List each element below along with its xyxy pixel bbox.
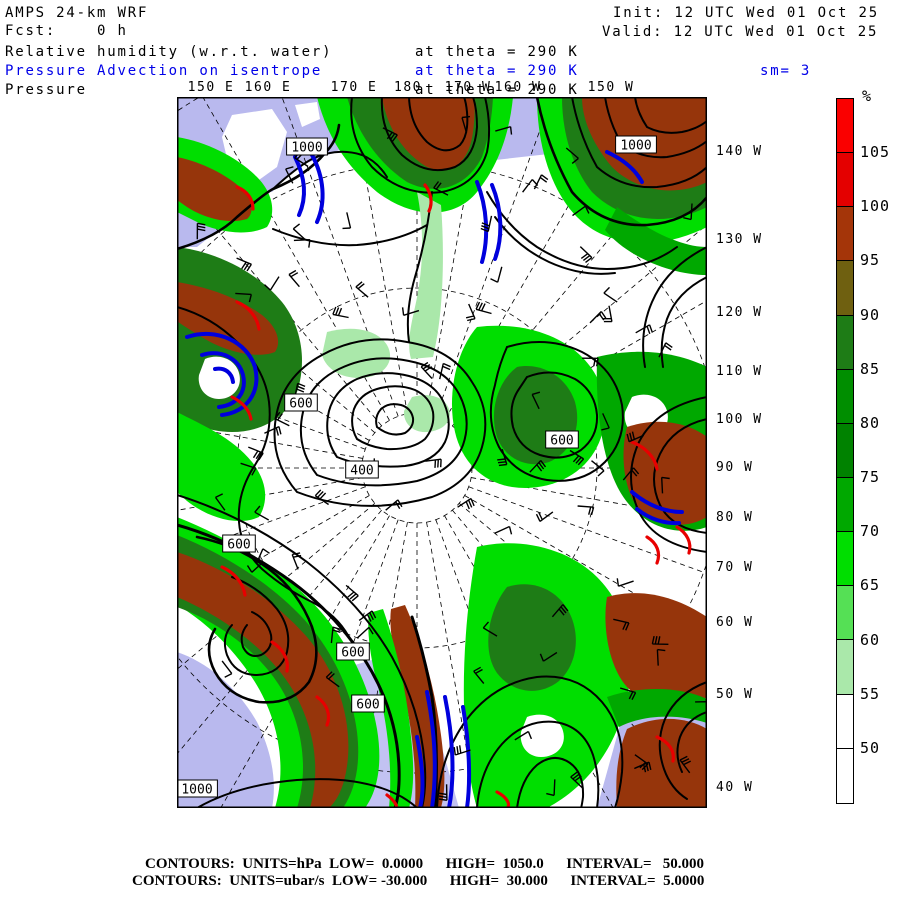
- contour-spec-pressure: CONTOURS: UNITS=hPa LOW= 0.0000 HIGH= 10…: [145, 856, 705, 872]
- field1-label: Relative humidity (w.r.t. water): [5, 44, 333, 60]
- meridian-label-top: 170 W: [444, 80, 492, 95]
- meridian-label-right: 50 W: [716, 687, 754, 702]
- forecast-hour: Fcst: 0 h: [5, 23, 128, 39]
- meridian-label-top: 150 E: [187, 80, 235, 95]
- contour-label: 1000: [181, 783, 212, 798]
- contour-label: 600: [356, 698, 379, 713]
- map-panel: 1000 1000 600 400 600 600 600 600 1000: [176, 97, 707, 808]
- colorbar-segment: [837, 532, 853, 587]
- field2-label: Pressure Advection on isentrope: [5, 63, 323, 79]
- meridian-label-top: 170 E: [330, 80, 378, 95]
- colorbar-tick-label: 100: [860, 197, 891, 216]
- meridian-label-right: 60 W: [716, 615, 754, 630]
- contour-label: 400: [350, 464, 373, 479]
- theta-annotation-1: at theta = 290 K: [415, 44, 579, 60]
- meridian-label-right: 40 W: [716, 780, 754, 795]
- humidity-colorbar: [836, 98, 854, 804]
- colorbar-tick-label: 90: [860, 305, 881, 324]
- meridian-label-top: 160 E: [244, 80, 292, 95]
- contour-label: 1000: [620, 139, 651, 154]
- colorbar-tick-label: 75: [860, 468, 881, 487]
- colorbar-tick-label: 95: [860, 251, 881, 270]
- colorbar-tick-label: 105: [860, 143, 891, 162]
- colorbar-segment: [837, 369, 853, 424]
- right-meridian-labels: 140 W 130 W 120 W 110 W 100 W 90 W 80 W 70 W 60 …: [716, 0, 796, 900]
- colorbar-tick-label: 65: [860, 576, 881, 595]
- contour-label: 600: [227, 538, 250, 553]
- colorbar-segment: [837, 423, 853, 478]
- colorbar-segment: [837, 694, 853, 749]
- colorbar-unit-label: %: [862, 87, 873, 105]
- theta-annotation-2: at theta = 290 K: [415, 63, 579, 79]
- contour-spec-advection: CONTOURS: UNITS=ubar/s LOW= -30.000 HIGH…: [132, 873, 705, 889]
- colorbar-tick-label: 50: [860, 738, 881, 757]
- meridian-label-right: 110 W: [716, 364, 763, 379]
- contour-label: 1000: [291, 141, 322, 156]
- model-title: AMPS 24-km WRF: [5, 5, 149, 21]
- colorbar-segment: [837, 586, 853, 641]
- colorbar-segment: [837, 477, 853, 533]
- colorbar-segment: [837, 640, 853, 695]
- colorbar-segment: [837, 261, 853, 316]
- contour-label: 600: [550, 434, 573, 449]
- colorbar-segment: [837, 99, 853, 154]
- meridian-label-right: 90 W: [716, 460, 754, 475]
- colorbar-segment: [837, 153, 853, 208]
- colorbar-tick-label: 55: [860, 684, 881, 703]
- meridian-label-top: 160 W: [494, 80, 542, 95]
- meridian-label-right: 120 W: [716, 305, 763, 320]
- colorbar-tick-label: 85: [860, 359, 881, 378]
- colorbar-segment: [837, 315, 853, 370]
- contour-label: 600: [341, 646, 364, 661]
- meridian-label-top: 180: [394, 80, 422, 95]
- meridian-label-top: 150 W: [587, 80, 635, 95]
- meridian-label-right: 70 W: [716, 560, 754, 575]
- meridian-label-right: 100 W: [716, 412, 763, 427]
- colorbar-segment: [837, 748, 853, 803]
- colorbar-tick-label: 60: [860, 630, 881, 649]
- meridian-label-right: 130 W: [716, 232, 763, 247]
- colorbar-tick-label: 80: [860, 413, 881, 432]
- colorbar-tick-label: 70: [860, 522, 881, 541]
- map-plot: 1000 1000 600 400 600 600 600 600 1000: [176, 97, 707, 808]
- weather-chart-page: AMPS 24-km WRF Fcst: 0 h Relative humidi…: [0, 0, 900, 900]
- contour-label: 600: [289, 397, 312, 412]
- colorbar-segment: [837, 207, 853, 262]
- meridian-label-right: 140 W: [716, 144, 763, 159]
- meridian-label-right: 80 W: [716, 510, 754, 525]
